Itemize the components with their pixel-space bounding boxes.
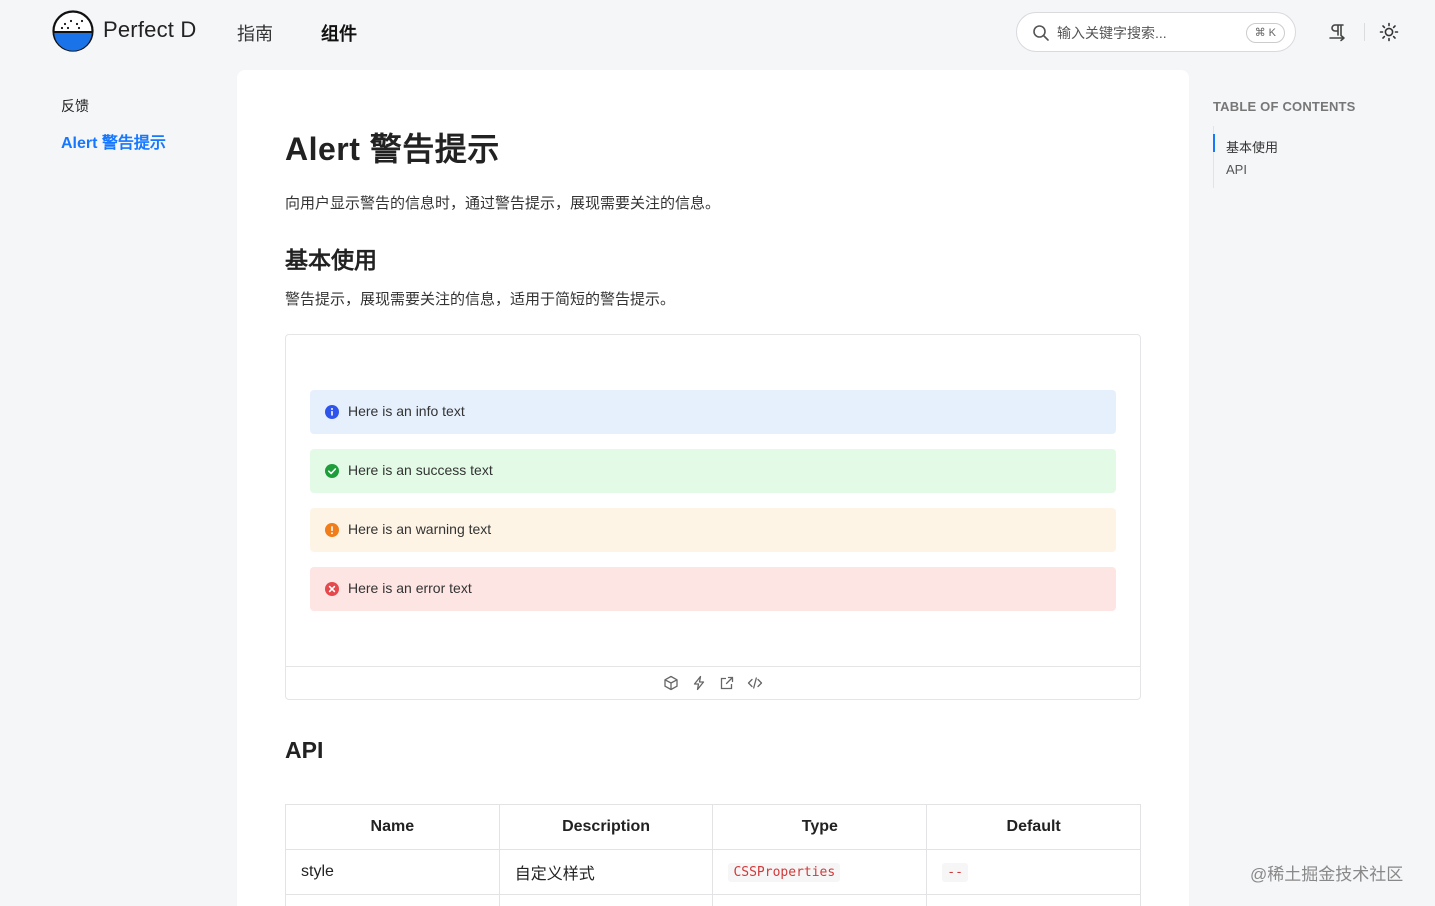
close-circle-icon — [325, 582, 339, 596]
toc-item-basic[interactable]: 基本使用 — [1226, 137, 1278, 156]
warning-icon — [325, 523, 339, 537]
sun-icon[interactable] — [1379, 22, 1399, 42]
search-input[interactable] — [1057, 22, 1237, 44]
sidebar-group-feedback: 反馈 — [61, 98, 89, 114]
section-heading-api: API — [285, 737, 324, 763]
info-icon — [325, 405, 339, 419]
section-heading-basic: 基本使用 — [285, 247, 377, 273]
sidebar-item-alert[interactable]: Alert 警告提示 — [61, 129, 166, 153]
alert-info: Here is an info text — [310, 390, 1116, 434]
type-code: CSSProperties — [728, 862, 841, 882]
alert-success: Here is an success text — [310, 449, 1116, 493]
demo-box: Here is an info text Here is an success … — [285, 334, 1141, 700]
nav-guide[interactable]: 指南 — [237, 20, 273, 46]
column-header: Default — [926, 804, 1141, 850]
alert-warning: Here is an warning text — [310, 508, 1116, 552]
alert-text: Here is an warning text — [348, 521, 492, 537]
table-header-row: Name Description Type Default — [285, 804, 1141, 850]
table-row — [285, 894, 1141, 906]
external-link-icon[interactable] — [719, 675, 735, 691]
nav-components[interactable]: 组件 — [321, 20, 357, 46]
cell-type: CSSProperties — [712, 849, 928, 895]
header-divider — [1364, 23, 1365, 41]
rtl-toggle-icon[interactable] — [1327, 22, 1347, 42]
column-header: Description — [498, 804, 714, 850]
top-header: Perfect D 指南 组件 ⌘ K — [0, 0, 1435, 64]
cell-default: -- — [926, 849, 1141, 895]
toc-item-api[interactable]: API — [1226, 162, 1247, 177]
alert-text: Here is an info text — [348, 403, 465, 419]
default-code: -- — [942, 862, 968, 882]
main-content: Alert 警告提示 向用户显示警告的信息时，通过警告提示，展现需要关注的信息。… — [237, 70, 1189, 906]
page-intro: 向用户显示警告的信息时，通过警告提示，展现需要关注的信息。 — [285, 195, 721, 212]
section-description-basic: 警告提示，展现需要关注的信息，适用于简短的警告提示。 — [285, 291, 676, 308]
api-table: Name Description Type Default style 自定义样… — [285, 804, 1141, 906]
codesandbox-icon[interactable] — [663, 675, 679, 691]
toc-title: TABLE OF CONTENTS — [1213, 99, 1356, 114]
toc-active-indicator — [1213, 134, 1215, 152]
alert-text: Here is an success text — [348, 462, 493, 478]
code-icon[interactable] — [747, 675, 763, 691]
brand-name[interactable]: Perfect D — [103, 17, 197, 43]
cell-description: 自定义样式 — [498, 849, 714, 895]
alert-error: Here is an error text — [310, 567, 1116, 611]
search-shortcut-badge: ⌘ K — [1245, 23, 1285, 43]
cell-name: style — [285, 849, 500, 895]
watermark: @稀土掘金技术社区 — [1250, 865, 1404, 884]
page-title: Alert 警告提示 — [285, 131, 500, 167]
check-circle-icon — [325, 464, 339, 478]
logo-icon[interactable] — [52, 10, 94, 52]
column-header: Type — [712, 804, 928, 850]
alert-text: Here is an error text — [348, 580, 472, 596]
lightning-icon[interactable] — [691, 675, 707, 691]
table-row: style 自定义样式 CSSProperties -- — [285, 849, 1141, 895]
search-icon — [1033, 25, 1049, 41]
column-header: Name — [285, 804, 500, 850]
demo-actions-bar — [286, 666, 1140, 699]
search-box[interactable]: ⌘ K — [1016, 12, 1296, 52]
